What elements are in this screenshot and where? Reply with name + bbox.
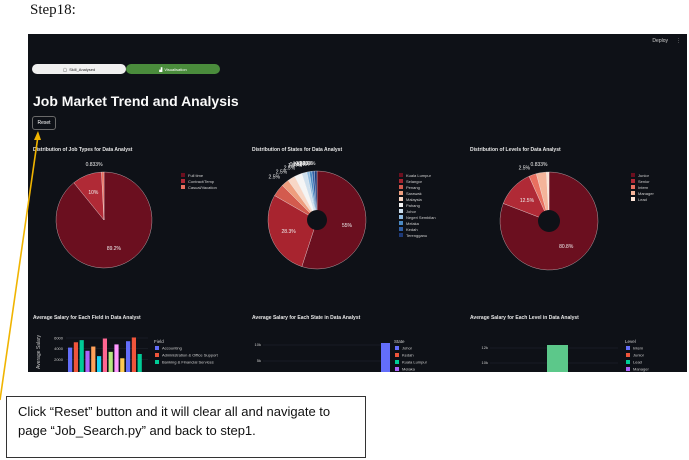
arrow-head [34, 131, 41, 140]
annotation-arrow [0, 131, 41, 401]
arrow-line [0, 135, 39, 401]
instruction-callout: Click “Reset” button and it will clear a… [6, 396, 366, 458]
document-page: Step18: Deploy ⋮ ◯ Skill_Analysed ▟ Visu… [0, 0, 689, 460]
